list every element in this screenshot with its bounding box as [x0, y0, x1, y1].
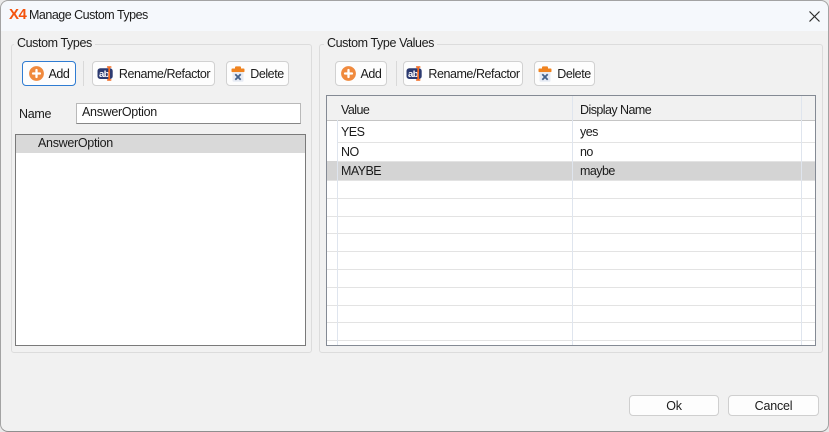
svg-text:ab: ab — [99, 69, 110, 80]
svg-text:ab: ab — [408, 69, 419, 80]
